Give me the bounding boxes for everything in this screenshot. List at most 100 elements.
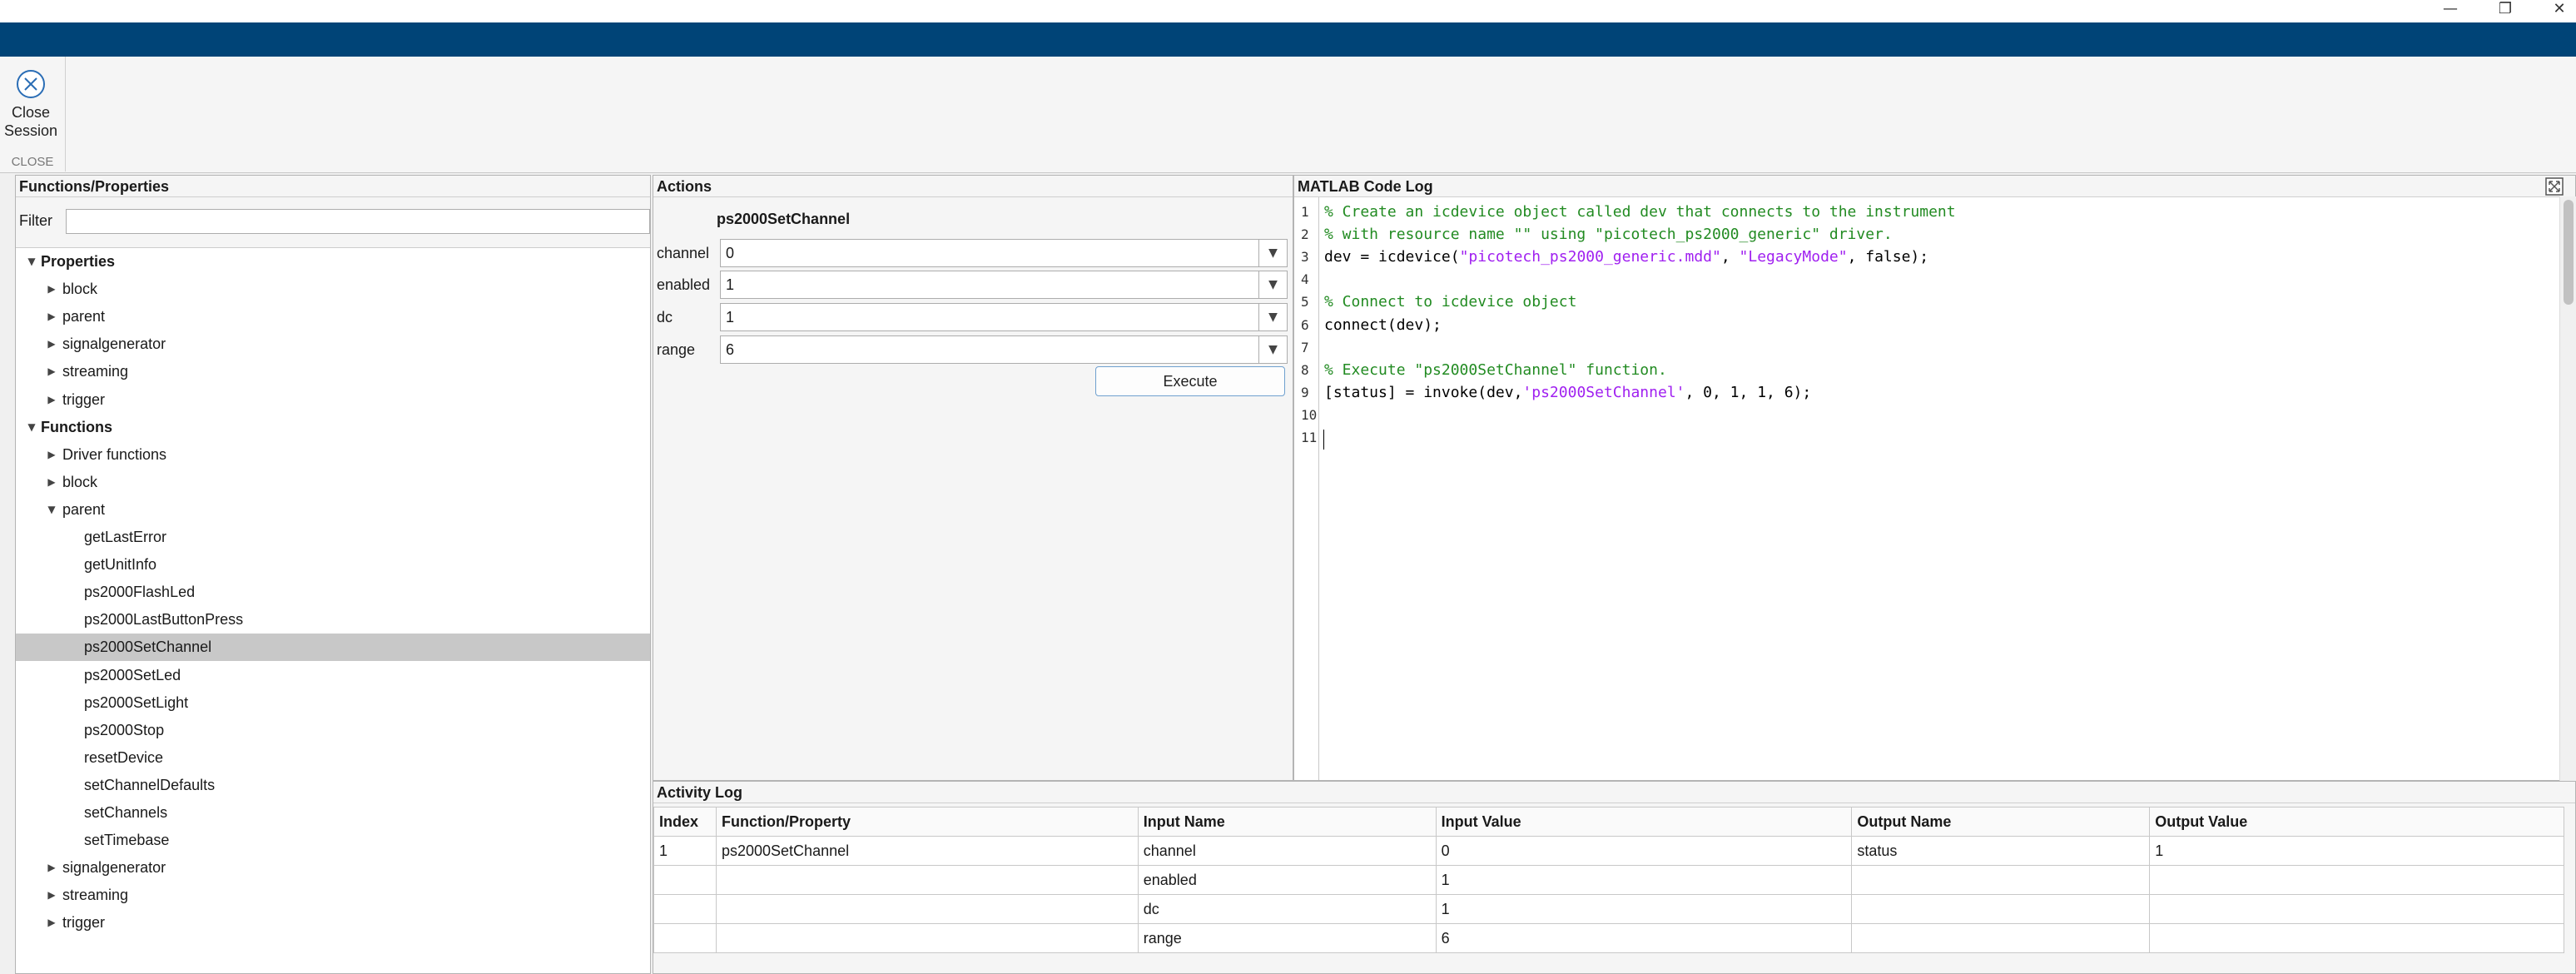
expand-icon[interactable] <box>2545 177 2564 196</box>
collapsed-arrow-icon[interactable]: ▶ <box>46 386 57 414</box>
param-label: enabled <box>657 276 711 293</box>
filter-input[interactable] <box>66 209 650 234</box>
table-cell: channel <box>1137 836 1437 866</box>
collapsed-arrow-icon[interactable]: ▶ <box>46 330 57 358</box>
table-cell: status <box>1851 836 2151 866</box>
table-cell: range <box>1137 923 1437 953</box>
tree-item[interactable]: ▶ block <box>16 276 650 303</box>
tree-item[interactable]: ps2000LastButtonPress <box>16 606 650 634</box>
tree-item[interactable]: resetDevice <box>16 744 650 772</box>
code-token: , 0, 1, 1, 6); <box>1685 383 1812 401</box>
collapsed-arrow-icon[interactable]: ▶ <box>46 469 57 496</box>
collapsed-arrow-icon[interactable]: ▶ <box>46 441 57 469</box>
tree-item[interactable]: setChannelDefaults <box>16 772 650 799</box>
tree-item-label: parent <box>62 500 106 518</box>
tree-item[interactable]: ▶ Driver functions <box>16 441 650 469</box>
table-cell <box>653 865 717 895</box>
table-cell <box>715 894 1139 924</box>
tree-item[interactable]: ▶ parent <box>16 303 650 330</box>
restore-icon[interactable]: ❐ <box>2489 0 2522 17</box>
table-row[interactable]: enabled 1 <box>653 865 2564 895</box>
line-number: 10 <box>1301 406 1318 423</box>
table-cell: 0 <box>1435 836 1853 866</box>
expanded-arrow-icon[interactable]: ▼ <box>26 248 37 276</box>
code-token: , <box>1720 248 1740 266</box>
tree-item[interactable]: setChannels <box>16 799 650 827</box>
column-header[interactable]: Output Name <box>1851 807 2151 837</box>
tree-item[interactable]: ps2000SetChannel <box>16 634 650 662</box>
tree-item-label: getUnitInfo <box>84 556 157 574</box>
table-cell <box>1851 894 2151 924</box>
code-token: [status] = invoke(dev, <box>1324 383 1523 401</box>
param-dropdown-enabled[interactable]: 1 ▼ <box>720 271 1288 299</box>
collapsed-arrow-icon[interactable]: ▶ <box>46 276 57 303</box>
param-row-channel: channel 0 ▼ <box>657 239 1289 267</box>
tree-item[interactable]: ps2000SetLight <box>16 689 650 717</box>
collapsed-arrow-icon[interactable]: ▶ <box>46 909 57 937</box>
tree-item[interactable]: ▶ streaming <box>16 882 650 909</box>
tree-item[interactable]: ▶ signalgenerator <box>16 854 650 882</box>
column-header[interactable]: Output Value <box>2149 807 2564 837</box>
tree-item-label: signalgenerator <box>62 335 166 353</box>
minimize-icon[interactable]: — <box>2434 0 2467 17</box>
code-text: % Execute "ps2000SetChannel" function. <box>1324 359 1667 381</box>
dropdown-arrow-icon[interactable]: ▼ <box>1258 240 1287 266</box>
collapsed-arrow-icon[interactable]: ▶ <box>46 358 57 385</box>
code-string: 'ps2000SetChannel' <box>1522 383 1685 401</box>
tree-item[interactable]: ▼ Properties <box>16 248 650 276</box>
close-window-icon[interactable]: ✕ <box>2543 0 2576 17</box>
code-scrollbar[interactable] <box>2559 196 2576 781</box>
param-label: range <box>657 341 696 358</box>
table-cell <box>1851 923 2151 953</box>
table-row[interactable]: 1 ps2000SetChannel channel 0 status 1 <box>653 836 2564 866</box>
tree-item[interactable]: ▶ block <box>16 469 650 496</box>
scrollbar-thumb[interactable] <box>2564 200 2574 305</box>
tree-item[interactable]: ▶ trigger <box>16 909 650 937</box>
param-dropdown-dc[interactable]: 1 ▼ <box>720 303 1288 331</box>
tree-item-label: ps2000SetLed <box>84 666 181 683</box>
tree-item[interactable]: getUnitInfo <box>16 551 650 579</box>
column-header[interactable]: Index <box>653 807 717 837</box>
table-row[interactable]: dc 1 <box>653 894 2564 924</box>
dropdown-arrow-icon[interactable]: ▼ <box>1258 271 1287 298</box>
tree-item[interactable]: ▼ parent <box>16 496 650 524</box>
collapsed-arrow-icon[interactable]: ▶ <box>46 882 57 909</box>
param-dropdown-range[interactable]: 6 ▼ <box>720 335 1288 364</box>
param-label: channel <box>657 245 710 261</box>
expanded-arrow-icon[interactable]: ▼ <box>26 414 37 441</box>
column-header[interactable]: Input Value <box>1435 807 1853 837</box>
code-comment: % Create an icdevice object called dev t… <box>1324 203 1956 221</box>
tree-item[interactable]: getLastError <box>16 524 650 551</box>
execute-button[interactable]: Execute <box>1095 366 1285 396</box>
tree-item[interactable]: ps2000FlashLed <box>16 579 650 606</box>
expanded-arrow-icon[interactable]: ▼ <box>46 496 57 524</box>
tree-item[interactable]: ps2000Stop <box>16 717 650 744</box>
code-token: , false); <box>1847 248 1929 266</box>
panel-title: Actions <box>653 176 1293 197</box>
column-header[interactable]: Function/Property <box>715 807 1139 837</box>
table-row[interactable]: range 6 <box>653 923 2564 953</box>
table-cell <box>715 923 1139 953</box>
code-editor[interactable]: 1 % Create an icdevice object called dev … <box>1294 197 2559 780</box>
table-cell: 1 <box>1435 894 1853 924</box>
panel-title: MATLAB Code Log <box>1294 176 2575 197</box>
tree-item[interactable]: ▶ trigger <box>16 386 650 414</box>
dropdown-arrow-icon[interactable]: ▼ <box>1258 304 1287 330</box>
toolstrip: Close Session CLOSE <box>0 57 2576 173</box>
table-cell: 6 <box>1435 923 1853 953</box>
code-text: % with resource name "" using "picotech_… <box>1324 223 1893 246</box>
tree-item[interactable]: ps2000SetLed <box>16 662 650 689</box>
collapsed-arrow-icon[interactable]: ▶ <box>46 303 57 330</box>
selected-function-title: ps2000SetChannel <box>717 211 851 227</box>
tree-item-label: streaming <box>62 363 129 380</box>
close-session-button[interactable]: Close Session <box>3 68 58 140</box>
dropdown-arrow-icon[interactable]: ▼ <box>1258 336 1287 363</box>
tree-item-label: ps2000FlashLed <box>84 584 196 601</box>
param-dropdown-channel[interactable]: 0 ▼ <box>720 239 1288 267</box>
tree-item[interactable]: ▶ signalgenerator <box>16 330 650 358</box>
tree-item[interactable]: setTimebase <box>16 827 650 854</box>
column-header[interactable]: Input Name <box>1137 807 1437 837</box>
tree-item[interactable]: ▼ Functions <box>16 414 650 441</box>
tree-item[interactable]: ▶ streaming <box>16 358 650 385</box>
collapsed-arrow-icon[interactable]: ▶ <box>46 854 57 882</box>
